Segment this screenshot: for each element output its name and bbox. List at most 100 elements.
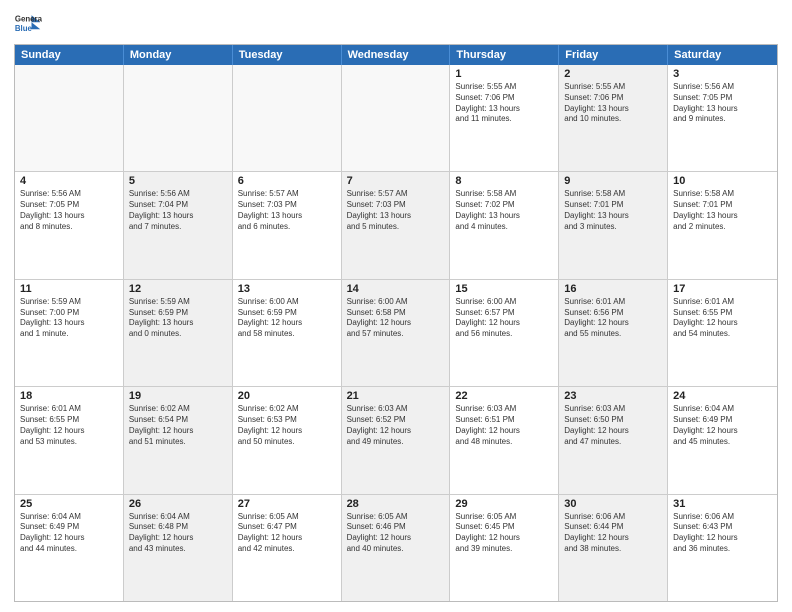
weekday-header-thursday: Thursday (450, 45, 559, 65)
day-info: Sunrise: 6:01 AM Sunset: 6:55 PM Dayligh… (673, 297, 772, 340)
day-number: 22 (455, 390, 553, 402)
day-cell-15: 15 Sunrise: 6:00 AM Sunset: 6:57 PM Dayli… (450, 280, 559, 386)
day-cell-12: 12Sunrise: 5:59 AM Sunset: 6:59 PM Dayli… (124, 280, 233, 386)
day-info: Sunrise: 6:02 AM Sunset: 6:54 PM Dayligh… (129, 404, 227, 447)
empty-cell-r0c3 (342, 65, 451, 171)
day-number: 16 (564, 283, 662, 295)
day-info: Sunrise: 6:04 AM Sunset: 6:49 PM Dayligh… (20, 512, 118, 555)
day-number: 6 (238, 175, 336, 187)
day-cell-18: 18 Sunrise: 6:01 AM Sunset: 6:55 PM Dayli… (15, 387, 124, 493)
day-cell-3: 3Sunrise: 5:56 AM Sunset: 7:05 PM Daylig… (668, 65, 777, 171)
day-info: Sunrise: 6:06 AM Sunset: 6:44 PM Dayligh… (564, 512, 662, 555)
day-number: 31 (673, 498, 772, 510)
header: General Blue (14, 10, 778, 38)
calendar-row-0: 1 Sunrise: 5:55 AM Sunset: 7:06 PM Daylig… (15, 65, 777, 171)
day-cell-31: 31 Sunrise: 6:06 AM Sunset: 6:43 PM Dayli… (668, 495, 777, 601)
day-number: 7 (347, 175, 445, 187)
day-number: 19 (129, 390, 227, 402)
day-cell-6: 6 Sunrise: 5:57 AM Sunset: 7:03 PM Daylig… (233, 172, 342, 278)
day-info: Sunrise: 6:03 AM Sunset: 6:52 PM Dayligh… (347, 404, 445, 447)
day-number: 21 (347, 390, 445, 402)
svg-text:Blue: Blue (15, 24, 33, 33)
day-info: Sunrise: 5:59 AM Sunset: 6:59 PM Dayligh… (129, 297, 227, 340)
day-cell-24: 24 Sunrise: 6:04 AM Sunset: 6:49 PM Dayli… (668, 387, 777, 493)
day-number: 5 (129, 175, 227, 187)
day-number: 29 (455, 498, 553, 510)
weekday-header-saturday: Saturday (668, 45, 777, 65)
day-info: Sunrise: 5:59 AM Sunset: 7:00 PM Dayligh… (20, 297, 118, 340)
day-number: 2 (564, 68, 662, 80)
day-number: 9 (564, 175, 662, 187)
day-cell-30: 30 Sunrise: 6:06 AM Sunset: 6:44 PM Dayli… (559, 495, 668, 601)
day-info: Sunrise: 5:56 AM Sunset: 7:05 PM Dayligh… (673, 82, 772, 125)
day-cell-14: 14Sunrise: 6:00 AM Sunset: 6:58 PM Dayli… (342, 280, 451, 386)
day-number: 23 (564, 390, 662, 402)
day-number: 15 (455, 283, 553, 295)
day-info: Sunrise: 6:01 AM Sunset: 6:55 PM Dayligh… (20, 404, 118, 447)
day-number: 8 (455, 175, 553, 187)
day-number: 24 (673, 390, 772, 402)
day-number: 26 (129, 498, 227, 510)
day-cell-9: 9 Sunrise: 5:58 AM Sunset: 7:01 PM Daylig… (559, 172, 668, 278)
day-number: 14 (347, 283, 445, 295)
weekday-header-monday: Monday (124, 45, 233, 65)
logo-icon: General Blue (14, 10, 42, 38)
day-number: 25 (20, 498, 118, 510)
day-number: 18 (20, 390, 118, 402)
day-number: 10 (673, 175, 772, 187)
weekday-header-friday: Friday (559, 45, 668, 65)
day-cell-4: 4Sunrise: 5:56 AM Sunset: 7:05 PM Daylig… (15, 172, 124, 278)
day-number: 27 (238, 498, 336, 510)
weekday-header-wednesday: Wednesday (342, 45, 451, 65)
day-number: 20 (238, 390, 336, 402)
calendar: SundayMondayTuesdayWednesdayThursdayFrid… (14, 44, 778, 602)
day-info: Sunrise: 6:05 AM Sunset: 6:45 PM Dayligh… (455, 512, 553, 555)
day-number: 30 (564, 498, 662, 510)
day-info: Sunrise: 5:57 AM Sunset: 7:03 PM Dayligh… (347, 189, 445, 232)
day-info: Sunrise: 6:04 AM Sunset: 6:49 PM Dayligh… (673, 404, 772, 447)
calendar-row-4: 25 Sunrise: 6:04 AM Sunset: 6:49 PM Dayli… (15, 494, 777, 601)
day-cell-28: 28 Sunrise: 6:05 AM Sunset: 6:46 PM Dayli… (342, 495, 451, 601)
day-info: Sunrise: 6:03 AM Sunset: 6:51 PM Dayligh… (455, 404, 553, 447)
day-info: Sunrise: 6:02 AM Sunset: 6:53 PM Dayligh… (238, 404, 336, 447)
day-cell-25: 25 Sunrise: 6:04 AM Sunset: 6:49 PM Dayli… (15, 495, 124, 601)
calendar-row-1: 4Sunrise: 5:56 AM Sunset: 7:05 PM Daylig… (15, 171, 777, 278)
day-cell-21: 21 Sunrise: 6:03 AM Sunset: 6:52 PM Dayli… (342, 387, 451, 493)
day-info: Sunrise: 6:00 AM Sunset: 6:59 PM Dayligh… (238, 297, 336, 340)
day-info: Sunrise: 5:57 AM Sunset: 7:03 PM Dayligh… (238, 189, 336, 232)
logo: General Blue (14, 10, 44, 38)
day-info: Sunrise: 6:06 AM Sunset: 6:43 PM Dayligh… (673, 512, 772, 555)
day-info: Sunrise: 6:00 AM Sunset: 6:57 PM Dayligh… (455, 297, 553, 340)
svg-text:General: General (15, 14, 42, 23)
day-cell-2: 2 Sunrise: 5:55 AM Sunset: 7:06 PM Daylig… (559, 65, 668, 171)
day-cell-19: 19 Sunrise: 6:02 AM Sunset: 6:54 PM Dayli… (124, 387, 233, 493)
day-cell-22: 22 Sunrise: 6:03 AM Sunset: 6:51 PM Dayli… (450, 387, 559, 493)
page: General Blue SundayMondayTuesdayWednesda… (0, 0, 792, 612)
day-info: Sunrise: 5:58 AM Sunset: 7:02 PM Dayligh… (455, 189, 553, 232)
day-number: 11 (20, 283, 118, 295)
day-info: Sunrise: 6:05 AM Sunset: 6:47 PM Dayligh… (238, 512, 336, 555)
day-cell-17: 17Sunrise: 6:01 AM Sunset: 6:55 PM Dayli… (668, 280, 777, 386)
empty-cell-r0c1 (124, 65, 233, 171)
calendar-row-2: 11 Sunrise: 5:59 AM Sunset: 7:00 PM Dayli… (15, 279, 777, 386)
calendar-body: 1 Sunrise: 5:55 AM Sunset: 7:06 PM Daylig… (15, 65, 777, 601)
day-number: 28 (347, 498, 445, 510)
day-cell-16: 16 Sunrise: 6:01 AM Sunset: 6:56 PM Dayli… (559, 280, 668, 386)
weekday-header-sunday: Sunday (15, 45, 124, 65)
calendar-row-3: 18 Sunrise: 6:01 AM Sunset: 6:55 PM Dayli… (15, 386, 777, 493)
day-cell-27: 27 Sunrise: 6:05 AM Sunset: 6:47 PM Dayli… (233, 495, 342, 601)
day-cell-11: 11 Sunrise: 5:59 AM Sunset: 7:00 PM Dayli… (15, 280, 124, 386)
day-info: Sunrise: 5:56 AM Sunset: 7:05 PM Dayligh… (20, 189, 118, 232)
calendar-header: SundayMondayTuesdayWednesdayThursdayFrid… (15, 45, 777, 65)
day-info: Sunrise: 6:04 AM Sunset: 6:48 PM Dayligh… (129, 512, 227, 555)
day-info: Sunrise: 6:05 AM Sunset: 6:46 PM Dayligh… (347, 512, 445, 555)
day-info: Sunrise: 5:58 AM Sunset: 7:01 PM Dayligh… (564, 189, 662, 232)
day-info: Sunrise: 6:01 AM Sunset: 6:56 PM Dayligh… (564, 297, 662, 340)
day-info: Sunrise: 6:03 AM Sunset: 6:50 PM Dayligh… (564, 404, 662, 447)
day-cell-1: 1 Sunrise: 5:55 AM Sunset: 7:06 PM Daylig… (450, 65, 559, 171)
day-number: 1 (455, 68, 553, 80)
day-cell-23: 23 Sunrise: 6:03 AM Sunset: 6:50 PM Dayli… (559, 387, 668, 493)
day-info: Sunrise: 5:55 AM Sunset: 7:06 PM Dayligh… (564, 82, 662, 125)
day-info: Sunrise: 5:55 AM Sunset: 7:06 PM Dayligh… (455, 82, 553, 125)
day-cell-8: 8 Sunrise: 5:58 AM Sunset: 7:02 PM Daylig… (450, 172, 559, 278)
